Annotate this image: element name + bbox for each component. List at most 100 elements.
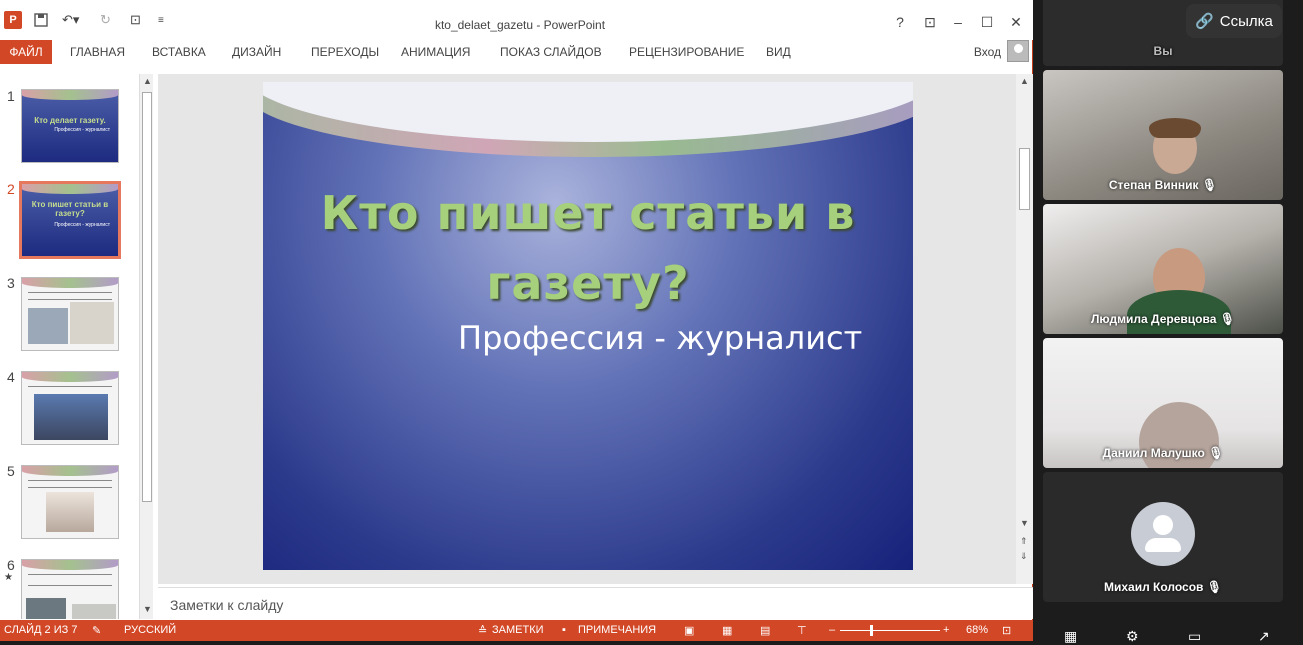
tab-review[interactable]: РЕЦЕНЗИРОВАНИЕ (629, 45, 744, 59)
tab-slideshow[interactable]: ПОКАЗ СЛАЙДОВ (500, 45, 602, 59)
mic-muted-icon: 🎙 (1208, 446, 1224, 460)
tab-design[interactable]: ДИЗАЙН (232, 45, 281, 59)
video-conference-panel: Вы 🔗 Ссылка Степан Винник 🎙 Людмила Дере… (1036, 0, 1303, 644)
slide-title[interactable]: Кто пишет статьи в газету? (303, 178, 873, 318)
customize-toolbar-icon[interactable]: ≡ (158, 11, 164, 29)
thumb-title: Кто пишет статьи в газету? (31, 200, 109, 218)
zoom-slider-handle[interactable] (870, 625, 873, 636)
language-indicator[interactable]: РУССКИЙ (124, 624, 176, 636)
slide-counter: СЛАЙД 2 ИЗ 7 (4, 624, 78, 636)
share-link-button[interactable]: 🔗 Ссылка (1186, 4, 1282, 38)
thumb-number: 3 (7, 275, 15, 291)
slide-thumbnail-2[interactable]: Кто пишет статьи в газету? Профессия - ж… (19, 181, 121, 259)
sign-in-link[interactable]: Вход (974, 45, 1001, 59)
zoom-level[interactable]: 68% (966, 624, 988, 636)
chat-icon[interactable]: ▭ (1188, 628, 1201, 645)
scrollbar-thumb[interactable] (142, 92, 152, 502)
window-title: kto_delaet_gazetu - PowerPoint (434, 18, 606, 32)
notes-placeholder: Заметки к слайду (170, 597, 284, 613)
reading-view-icon[interactable]: ▤ (760, 624, 770, 637)
thumb-subtitle: Профессия - журналист (54, 222, 110, 228)
participant-name: Степан Винник 🎙 (1108, 178, 1218, 192)
undo-icon[interactable]: ↶▾ (62, 11, 79, 29)
slide-thumbnail-5[interactable] (21, 465, 119, 539)
thumb-number: 6 (7, 557, 15, 573)
scrollbar-thumb[interactable] (1019, 148, 1030, 210)
slide-thumbnail-6[interactable] (21, 559, 119, 619)
tab-home[interactable]: ГЛАВНАЯ (70, 45, 125, 59)
mic-muted-icon: 🎙 (1206, 580, 1222, 594)
grid-view-icon[interactable]: ▦ (1064, 628, 1077, 645)
editor-scrollbar[interactable]: ▲ ▼ ⇑ ⇓ (1016, 74, 1033, 584)
slide-sorter-icon[interactable]: ▦ (722, 624, 732, 637)
scroll-down-arrow-icon[interactable]: ▼ (143, 604, 152, 614)
account-avatar[interactable] (1007, 40, 1029, 62)
expand-icon[interactable]: ↗ (1258, 628, 1270, 645)
zoom-out-icon[interactable]: – (829, 624, 835, 636)
previous-slide-icon[interactable]: ⇑ (1020, 536, 1028, 547)
participant-tile[interactable]: Степан Винник 🎙 (1043, 70, 1283, 200)
thumb-wave (22, 372, 118, 382)
next-slide-icon[interactable]: ⇓ (1020, 551, 1028, 562)
slide-subtitle[interactable]: Профессия - журналист (458, 319, 862, 357)
thumb-picture (26, 598, 66, 619)
powerpoint-window: P ↶▾ ↻ ⊡ ≡ kto_delaet_gazetu - PowerPoin… (0, 0, 1033, 641)
minimize-button[interactable]: – (948, 14, 968, 30)
help-button[interactable]: ? (890, 14, 910, 30)
notes-toggle-button[interactable]: ЗАМЕТКИ (492, 624, 544, 636)
notes-pane[interactable]: Заметки к слайду (158, 587, 1033, 619)
tab-insert[interactable]: ВСТАВКА (152, 45, 206, 59)
scroll-up-arrow-icon[interactable]: ▲ (1020, 76, 1029, 86)
slide-editor: Кто пишет статьи в газету? Профессия - ж… (158, 74, 1016, 584)
link-icon: 🔗 (1195, 13, 1214, 30)
slide-thumbnail-3[interactable] (21, 277, 119, 351)
fit-to-window-icon[interactable]: ⊡ (1002, 624, 1011, 637)
participant-name: Вы (1153, 44, 1173, 58)
ribbon-display-icon[interactable]: ⊡ (920, 14, 940, 31)
slide-thumbnails-pane: 1 Кто делает газету. Профессия - журнали… (0, 74, 155, 619)
redo-icon[interactable]: ↻ (100, 11, 111, 29)
mic-muted-icon: 🎙 (1201, 178, 1218, 192)
slide-thumbnail-1[interactable]: Кто делает газету. Профессия - журналист (21, 89, 119, 163)
mic-muted-icon: 🎙 (1219, 312, 1235, 326)
thumb-wave (22, 90, 118, 100)
slide-canvas[interactable]: Кто пишет статьи в газету? Профессия - ж… (263, 82, 913, 570)
zoom-slider[interactable] (840, 630, 940, 631)
scroll-down-arrow-icon[interactable]: ▼ (1020, 518, 1029, 528)
thumb-number: 4 (7, 369, 15, 385)
participant-name: Людмила Деревцова 🎙 (1091, 312, 1235, 326)
thumbnails-scrollbar[interactable]: ▲ ▼ (139, 74, 153, 619)
thumb-text-lines (28, 480, 112, 488)
comments-icon[interactable]: ▪ (562, 624, 566, 636)
slideshow-start-icon[interactable]: ⊡ (130, 11, 141, 29)
powerpoint-icon[interactable]: P (4, 11, 22, 29)
thumb-number: 1 (7, 88, 15, 104)
notes-toggle-icon[interactable]: ≙ (478, 624, 487, 637)
scroll-up-arrow-icon[interactable]: ▲ (143, 76, 152, 86)
comments-button[interactable]: ПРИМЕЧАНИЯ (578, 624, 656, 636)
share-link-label: Ссылка (1219, 12, 1273, 30)
thumb-text-lines (28, 386, 112, 390)
zoom-in-icon[interactable]: + (943, 624, 949, 636)
participant-tile[interactable]: Людмила Деревцова 🎙 (1043, 204, 1283, 334)
thumb-wave (22, 560, 118, 570)
thumb-wave (22, 184, 118, 194)
spellcheck-icon[interactable]: ✎ (92, 624, 101, 637)
participant-tile[interactable]: Даниил Малушко 🎙 (1043, 338, 1283, 468)
tab-file[interactable]: ФАЙЛ (0, 40, 52, 64)
slide-thumbnail-4[interactable] (21, 371, 119, 445)
user-avatar-icon (1131, 502, 1195, 566)
tab-transitions[interactable]: ПЕРЕХОДЫ (311, 45, 379, 59)
thumb-text-lines (28, 574, 112, 586)
thumb-picture (70, 302, 114, 344)
participant-tile[interactable]: Михаил Колосов 🎙 (1043, 472, 1283, 602)
normal-view-icon[interactable]: ▣ (684, 624, 694, 637)
tab-view[interactable]: ВИД (766, 45, 791, 59)
tab-animation[interactable]: АНИМАЦИЯ (401, 45, 470, 59)
status-bar: СЛАЙД 2 ИЗ 7 ✎ РУССКИЙ ≙ ЗАМЕТКИ ▪ ПРИМЕ… (0, 620, 1033, 641)
settings-gear-icon[interactable]: ⚙ (1126, 628, 1139, 645)
save-icon[interactable] (34, 11, 48, 29)
close-button[interactable]: ✕ (1006, 14, 1026, 31)
maximize-button[interactable]: ☐ (977, 14, 997, 31)
slideshow-view-icon[interactable]: ⊤ (797, 624, 807, 637)
